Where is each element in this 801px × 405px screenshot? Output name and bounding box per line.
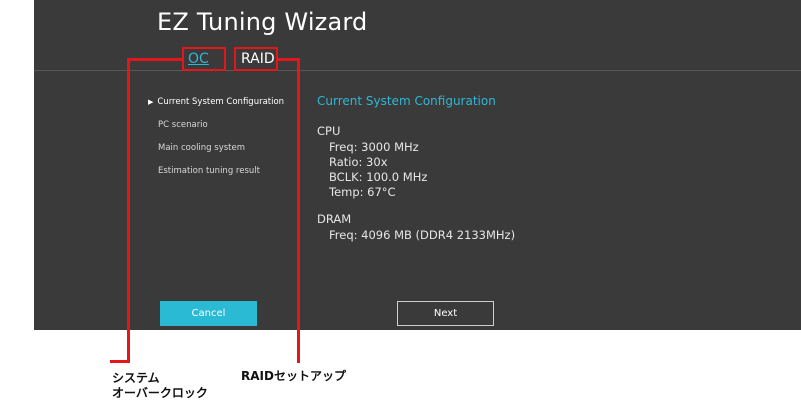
callout-line-raid [297,58,300,363]
selected-arrow-icon: ▶ [148,98,154,106]
callout-line-oc [127,58,182,61]
cpu-ratio: Ratio: 30x [329,155,388,169]
wizard-title: EZ Tuning Wizard [157,8,368,36]
step-label: PC scenario [158,120,208,130]
dram-title: DRAM [317,212,352,226]
step-label: Main cooling system [158,143,246,153]
cancel-button[interactable]: Cancel [160,301,257,326]
step-estimation-tuning-result[interactable]: Estimation tuning result [158,166,260,176]
cpu-title: CPU [317,124,341,138]
next-button[interactable]: Next [397,301,494,326]
section-heading: Current System Configuration [317,94,496,108]
highlight-box-raid [234,47,278,71]
step-label: Current System Configuration [157,97,285,107]
annotation-oc-line1: システム [112,371,160,385]
highlight-box-oc [182,47,226,71]
tab-divider [34,70,801,71]
step-current-system-configuration[interactable]: ▶ Current System Configuration [148,97,284,107]
step-main-cooling-system[interactable]: Main cooling system [158,143,245,153]
wizard-window [34,0,801,330]
cpu-temp: Temp: 67°C [329,185,396,199]
annotation-raid: RAIDセットアップ [241,369,346,383]
step-pc-scenario[interactable]: PC scenario [158,120,208,130]
callout-line-oc [127,58,130,363]
annotation-oc-line2: オーバークロック [112,386,208,400]
step-label: Estimation tuning result [158,166,260,176]
cpu-bclk: BCLK: 100.0 MHz [329,170,428,184]
cpu-freq: Freq: 3000 MHz [329,140,419,154]
dram-freq: Freq: 4096 MB (DDR4 2133MHz) [329,228,516,242]
annotation-oc: システム オーバークロック [112,371,208,401]
callout-line-oc [110,360,130,363]
